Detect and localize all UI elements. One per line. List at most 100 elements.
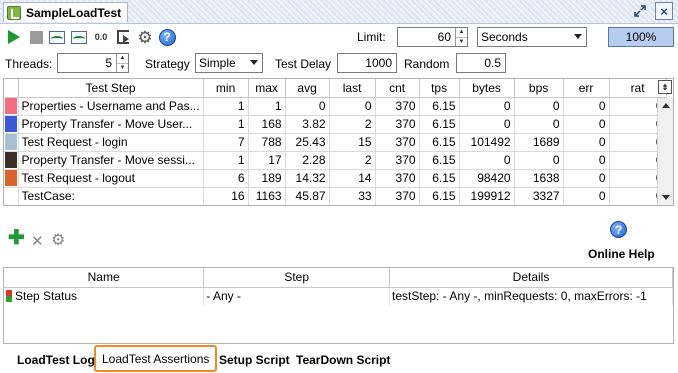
add-assertion-icon[interactable]: ✚ (8, 228, 25, 248)
table-header: Test Step min max avg last cnt tps bytes… (4, 79, 667, 98)
column-header[interactable]: Details (389, 268, 673, 288)
strategy-select[interactable]: Simple (195, 53, 263, 73)
assertion-details: testStep: - Any -, minRequests: 0, maxEr… (389, 287, 673, 305)
options-gear-icon[interactable]: ⚙ (136, 28, 154, 46)
reset-icon[interactable]: 0.0 (92, 28, 110, 46)
test-step-name: Property Transfer - Move sessi... (18, 151, 204, 170)
help-icon[interactable]: ? (158, 28, 176, 46)
stat-cell: 788 (248, 133, 286, 152)
column-header[interactable]: Test Step (18, 79, 204, 98)
vertical-scrollbar[interactable] (657, 98, 673, 205)
stat-cell: 370 (375, 187, 420, 205)
stat-cell: 14.32 (285, 169, 330, 188)
configure-assertion-icon[interactable]: ⚙ (51, 233, 65, 249)
column-header[interactable]: min (203, 79, 249, 98)
assertion-name: Step Status (15, 289, 78, 304)
scroll-up-icon[interactable] (662, 103, 670, 108)
stat-cell: 199912 (459, 187, 515, 205)
series-color-swatch (4, 98, 17, 114)
test-step-name: TestCase: (18, 187, 204, 205)
stat-cell: 0 (563, 97, 610, 116)
online-help-icon[interactable]: ? (610, 221, 627, 238)
chevron-down-icon (574, 34, 582, 39)
bottom-tabs: LoadTest Log LoadTest Assertions Setup S… (0, 345, 678, 373)
table-row[interactable]: TestCase: 16 1163 45.87 33 370 6.15 199912 3327 0… (4, 187, 667, 205)
stat-cell: 2.28 (285, 151, 330, 170)
column-header[interactable]: cnt (375, 79, 420, 98)
stat-cell: 33 (329, 187, 376, 205)
statistics-table: Test Step min max avg last cnt tps bytes… (3, 78, 674, 206)
test-step-name: Test Request - logout (18, 169, 204, 188)
stat-cell: 370 (375, 97, 420, 116)
stat-cell: 370 (375, 151, 420, 170)
export-icon[interactable] (114, 28, 132, 46)
run-icon[interactable] (5, 28, 23, 46)
stat-cell: 3327 (514, 187, 564, 205)
online-help-label[interactable]: Online Help (588, 247, 655, 261)
title-bar: SampleLoadTest × (0, 0, 678, 24)
test-step-name: Property Transfer - Move User... (18, 115, 204, 134)
column-header[interactable]: bps (514, 79, 564, 98)
restore-icon[interactable] (631, 2, 649, 20)
spin-down-icon[interactable]: ▼ (117, 64, 128, 73)
tab-loadtest-assertions[interactable]: LoadTest Assertions (94, 345, 218, 372)
stop-icon[interactable] (27, 28, 45, 46)
close-icon[interactable]: × (655, 2, 673, 20)
test-step-name: Test Request - login (18, 133, 204, 152)
column-header[interactable]: tps (419, 79, 460, 98)
spin-down-icon[interactable]: ▼ (456, 38, 467, 47)
table-row[interactable]: Property Transfer - Move User... 1 168 3.82… (4, 115, 667, 134)
stat-cell: 0 (514, 115, 564, 134)
test-delay-input[interactable]: 1000 (337, 53, 397, 73)
stat-cell: 189 (248, 169, 286, 188)
spin-up-icon[interactable]: ▲ (117, 54, 128, 64)
series-color-swatch (4, 134, 17, 150)
stat-cell: 6.15 (419, 169, 460, 188)
random-label: Random (404, 57, 450, 71)
stat-cell: 0 (329, 97, 376, 116)
history-graph-icon[interactable] (70, 28, 88, 46)
column-header[interactable]: avg (285, 79, 330, 98)
column-header[interactable]: Name (4, 268, 205, 288)
series-color-swatch (4, 170, 17, 186)
stat-cell: 1 (203, 151, 249, 170)
limit-unit-select[interactable]: Seconds (477, 27, 587, 47)
scroll-down-icon[interactable] (662, 195, 670, 200)
table-row[interactable]: Properties - Username and Pas... 1 1 0 0 370 6… (4, 97, 667, 116)
strategy-label: Strategy (145, 57, 190, 71)
test-delay-label: Test Delay (275, 57, 332, 71)
remove-assertion-icon[interactable]: ✕ (31, 234, 44, 250)
assertion-step: - Any - (203, 287, 391, 305)
stat-cell: 2 (329, 115, 376, 134)
threads-spinner[interactable]: 5 ▲ ▼ (57, 53, 129, 73)
column-header[interactable]: err (563, 79, 610, 98)
stat-cell: 98420 (459, 169, 515, 188)
tab-teardown-script[interactable]: TearDown Script (296, 350, 390, 370)
random-input[interactable]: 0.5 (456, 53, 506, 73)
column-chooser-icon[interactable]: ⇟ (658, 80, 672, 94)
limit-spinner[interactable]: 60 ▲ ▼ (397, 27, 468, 47)
tab-setup-script[interactable]: Setup Script (219, 350, 290, 370)
statistics-graph-icon[interactable] (48, 28, 66, 46)
loadtest-icon (7, 5, 21, 20)
stat-cell: 0 (563, 115, 610, 134)
stat-cell: 45.87 (285, 187, 330, 205)
series-color-swatch (5, 188, 17, 204)
column-header[interactable]: max (248, 79, 286, 98)
stat-cell: 1 (248, 97, 286, 116)
column-header[interactable]: Step (203, 268, 391, 288)
table-row[interactable]: Test Request - logout 6 189 14.32 14 370 6.15 9… (4, 169, 667, 188)
stat-cell: 2 (329, 151, 376, 170)
test-step-name: Properties - Username and Pas... (18, 97, 204, 116)
table-row[interactable]: Step Status - Any - testStep: - Any -, m… (4, 287, 673, 305)
chevron-down-icon (250, 60, 258, 65)
window-tab[interactable]: SampleLoadTest (3, 2, 129, 22)
column-header[interactable]: last (329, 79, 376, 98)
column-header[interactable]: bytes (459, 79, 515, 98)
table-row[interactable]: Test Request - login 7 788 25.43 15 370 6.15 10… (4, 133, 667, 152)
tab-loadtest-log[interactable]: LoadTest Log (17, 350, 95, 370)
stat-cell: 6.15 (419, 187, 460, 205)
stat-cell: 168 (248, 115, 286, 134)
table-row[interactable]: Property Transfer - Move sessi... 1 17 2.28… (4, 151, 667, 170)
spin-up-icon[interactable]: ▲ (456, 28, 467, 38)
